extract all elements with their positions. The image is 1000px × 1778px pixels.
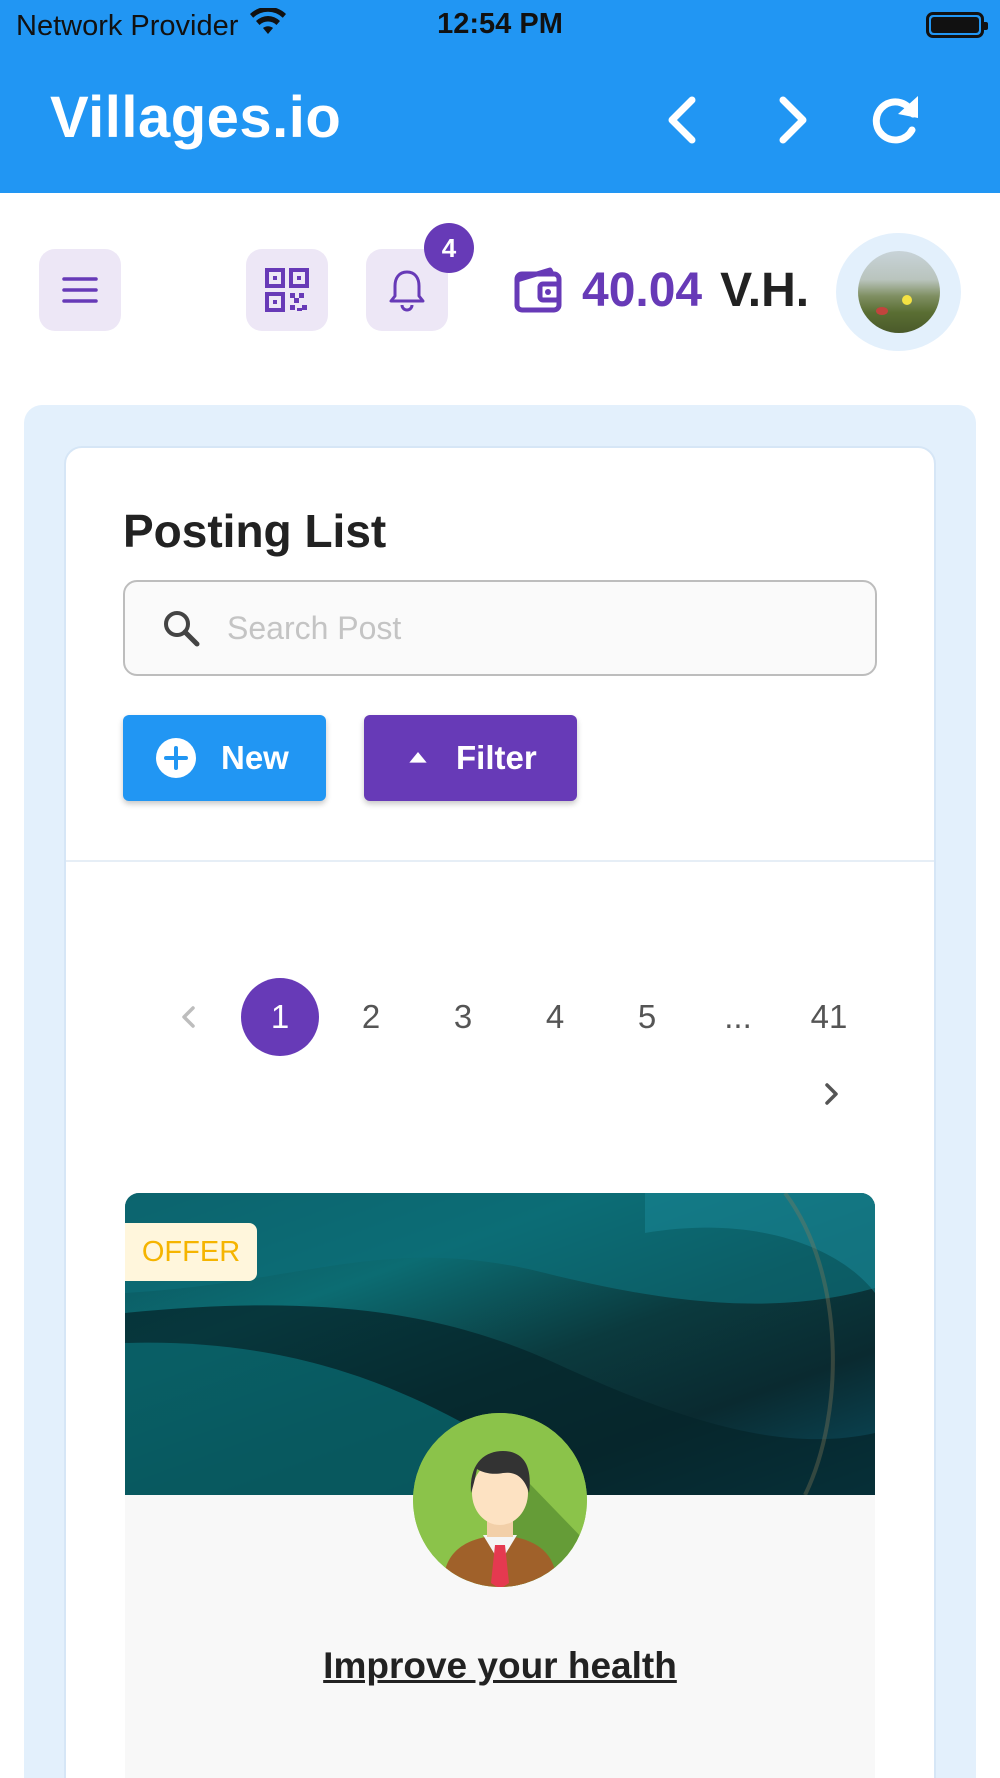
pagination-page[interactable]: 41 — [790, 978, 868, 1056]
notification-badge: 4 — [424, 223, 474, 273]
search-input[interactable] — [227, 609, 827, 647]
pagination-next[interactable] — [792, 1055, 870, 1133]
qr-scan-button[interactable] — [246, 249, 328, 331]
toolbar: 4 40.04 V.H. — [0, 193, 1000, 403]
pagination-ellipsis: ... — [724, 998, 752, 1035]
chevron-left-icon — [668, 96, 696, 144]
search-icon — [164, 611, 200, 647]
avatar — [857, 251, 940, 333]
pagination-page[interactable]: 4 — [516, 978, 594, 1056]
reload-button[interactable] — [862, 86, 930, 154]
add-circle-icon — [156, 738, 196, 778]
battery-icon — [926, 12, 988, 38]
filter-button-label: Filter — [456, 739, 537, 776]
pagination-page[interactable]: 3 — [424, 978, 502, 1056]
qr-code-icon — [265, 268, 309, 312]
chevron-right-icon — [825, 1083, 838, 1105]
wallet-icon — [514, 267, 562, 312]
top-bar: 12:54 PM Network Provider Villages.io — [0, 0, 1000, 193]
carrier-label: Network Provider — [16, 9, 239, 42]
status-left: Network Provider — [16, 6, 287, 44]
divider — [66, 860, 934, 862]
wifi-icon — [250, 6, 287, 44]
app-title: Villages.io — [50, 85, 342, 150]
refresh-icon — [872, 96, 918, 144]
forward-button[interactable] — [757, 86, 825, 154]
pagination-page[interactable]: 5 — [608, 978, 686, 1056]
balance-amount: 40.04 — [582, 264, 703, 317]
bell-icon — [389, 270, 425, 312]
menu-button[interactable] — [39, 249, 121, 331]
new-post-button[interactable]: New — [123, 715, 326, 801]
pagination-page[interactable]: 2 — [332, 978, 410, 1056]
wallet-balance[interactable]: 40.04 V.H. — [512, 263, 809, 318]
page-title: Posting List — [123, 505, 387, 557]
profile-avatar-button[interactable] — [836, 233, 961, 351]
post-author-avatar — [413, 1413, 587, 1587]
post-title-link[interactable]: Improve your health — [125, 1645, 875, 1687]
hamburger-menu-icon — [62, 277, 98, 303]
search-box[interactable] — [123, 580, 877, 676]
pagination-page[interactable]: 1 — [241, 978, 319, 1056]
new-button-label: New — [221, 739, 289, 776]
balance-unit: V.H. — [720, 264, 810, 317]
pagination-prev[interactable] — [150, 978, 228, 1056]
post-type-badge: OFFER — [125, 1223, 257, 1281]
post-card[interactable]: OFFER Improve your health — [125, 1193, 875, 1778]
caret-up-icon — [409, 752, 427, 763]
chevron-right-icon — [779, 96, 807, 144]
back-button[interactable] — [650, 86, 718, 154]
filter-button[interactable]: Filter — [364, 715, 577, 801]
chevron-left-icon — [182, 1006, 195, 1028]
